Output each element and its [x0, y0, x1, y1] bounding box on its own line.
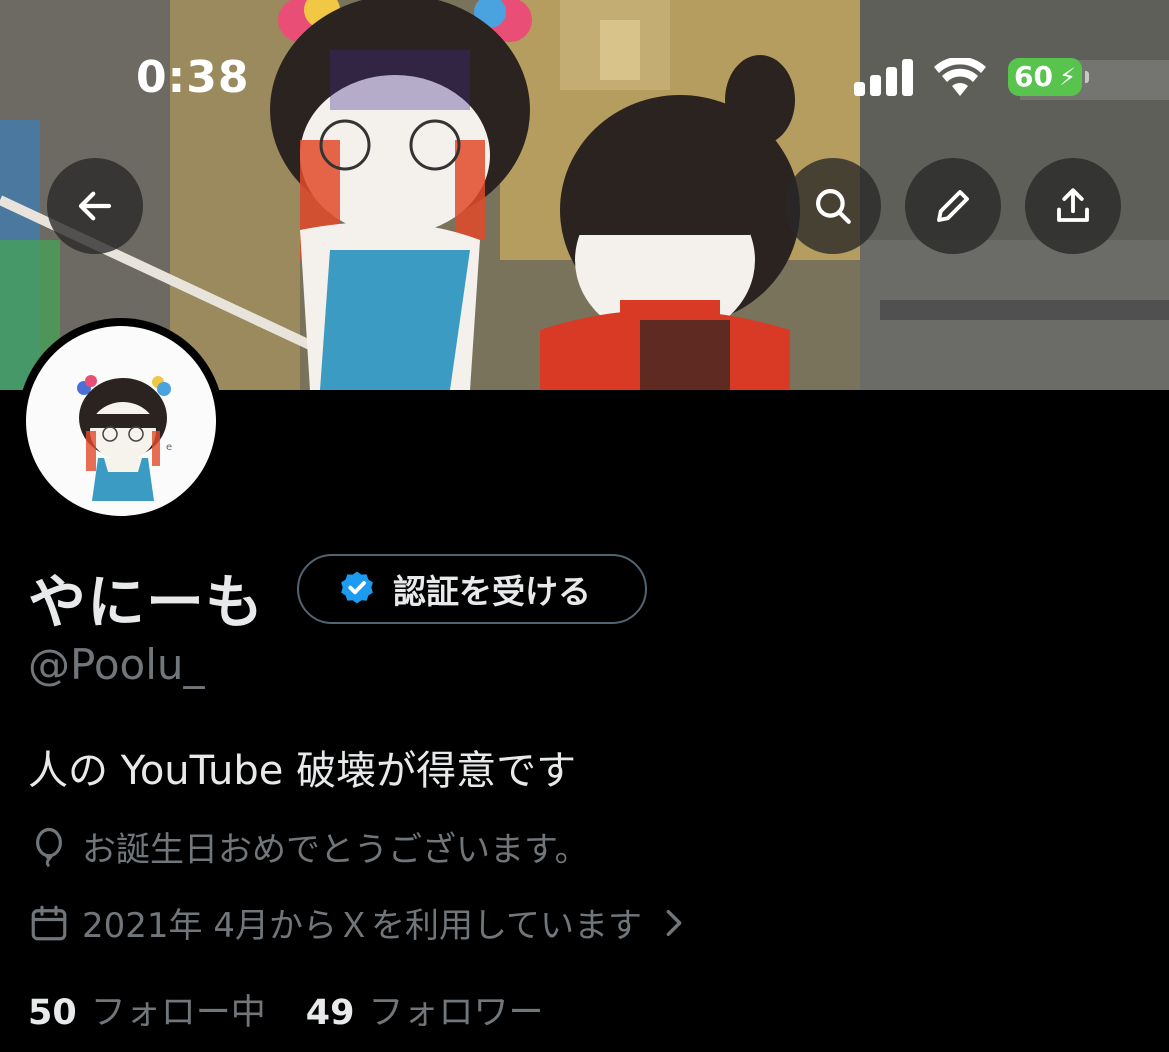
get-verified-label: 認証を受ける — [393, 572, 591, 611]
followers-label: フォロワー — [368, 993, 544, 1033]
battery-level: 60 — [1014, 60, 1053, 93]
birthday-row: お誕生日おめでとうございます。 — [28, 822, 589, 871]
status-time: 0:38 — [136, 52, 250, 103]
share-icon — [1057, 188, 1089, 222]
arrow-left-icon — [78, 191, 112, 221]
avatar[interactable]: e — [18, 318, 224, 524]
status-indicators: 60 ⚡ — [854, 58, 1094, 98]
profile-banner[interactable]: 0:38 60 ⚡ — [0, 0, 1169, 390]
joined-text: 2021年 4月からＸを利用しています — [82, 906, 642, 946]
user-handle: @Poolu_ — [28, 640, 205, 689]
joined-row[interactable]: 2021年 4月からＸを利用しています — [28, 898, 688, 947]
get-verified-button[interactable]: 認証を受ける — [297, 554, 647, 624]
followers-link[interactable]: 49 フォロワー — [306, 984, 544, 1035]
calendar-icon — [31, 905, 67, 940]
followers-count: 49 — [305, 993, 355, 1033]
following-label: フォロー中 — [90, 993, 266, 1033]
profile-bio: 人の YouTube 破壊が得意です — [28, 748, 577, 794]
svg-text:e: e — [166, 442, 172, 453]
chevron-right-icon — [666, 909, 682, 936]
pencil-icon — [937, 190, 969, 222]
cellular-signal-icon — [854, 58, 914, 98]
follow-stats: 50 フォロー中 49 フォロワー — [28, 984, 543, 1035]
wifi-icon — [934, 58, 986, 96]
following-count: 50 — [28, 993, 77, 1033]
search-icon — [816, 189, 851, 224]
birthday-text: お誕生日おめでとうございます。 — [82, 830, 589, 870]
display-name: やにーも — [28, 568, 265, 636]
verified-badge-icon — [341, 571, 373, 604]
search-button[interactable] — [785, 158, 881, 254]
following-link[interactable]: 50 フォロー中 — [28, 984, 266, 1035]
balloon-icon — [36, 827, 62, 867]
edit-button[interactable] — [905, 158, 1001, 254]
share-button[interactable] — [1025, 158, 1121, 254]
charging-bolt-icon: ⚡ — [1059, 63, 1076, 91]
battery-indicator: 60 ⚡ — [1008, 58, 1089, 96]
avatar-image: e — [26, 326, 216, 516]
back-button[interactable] — [47, 158, 143, 254]
